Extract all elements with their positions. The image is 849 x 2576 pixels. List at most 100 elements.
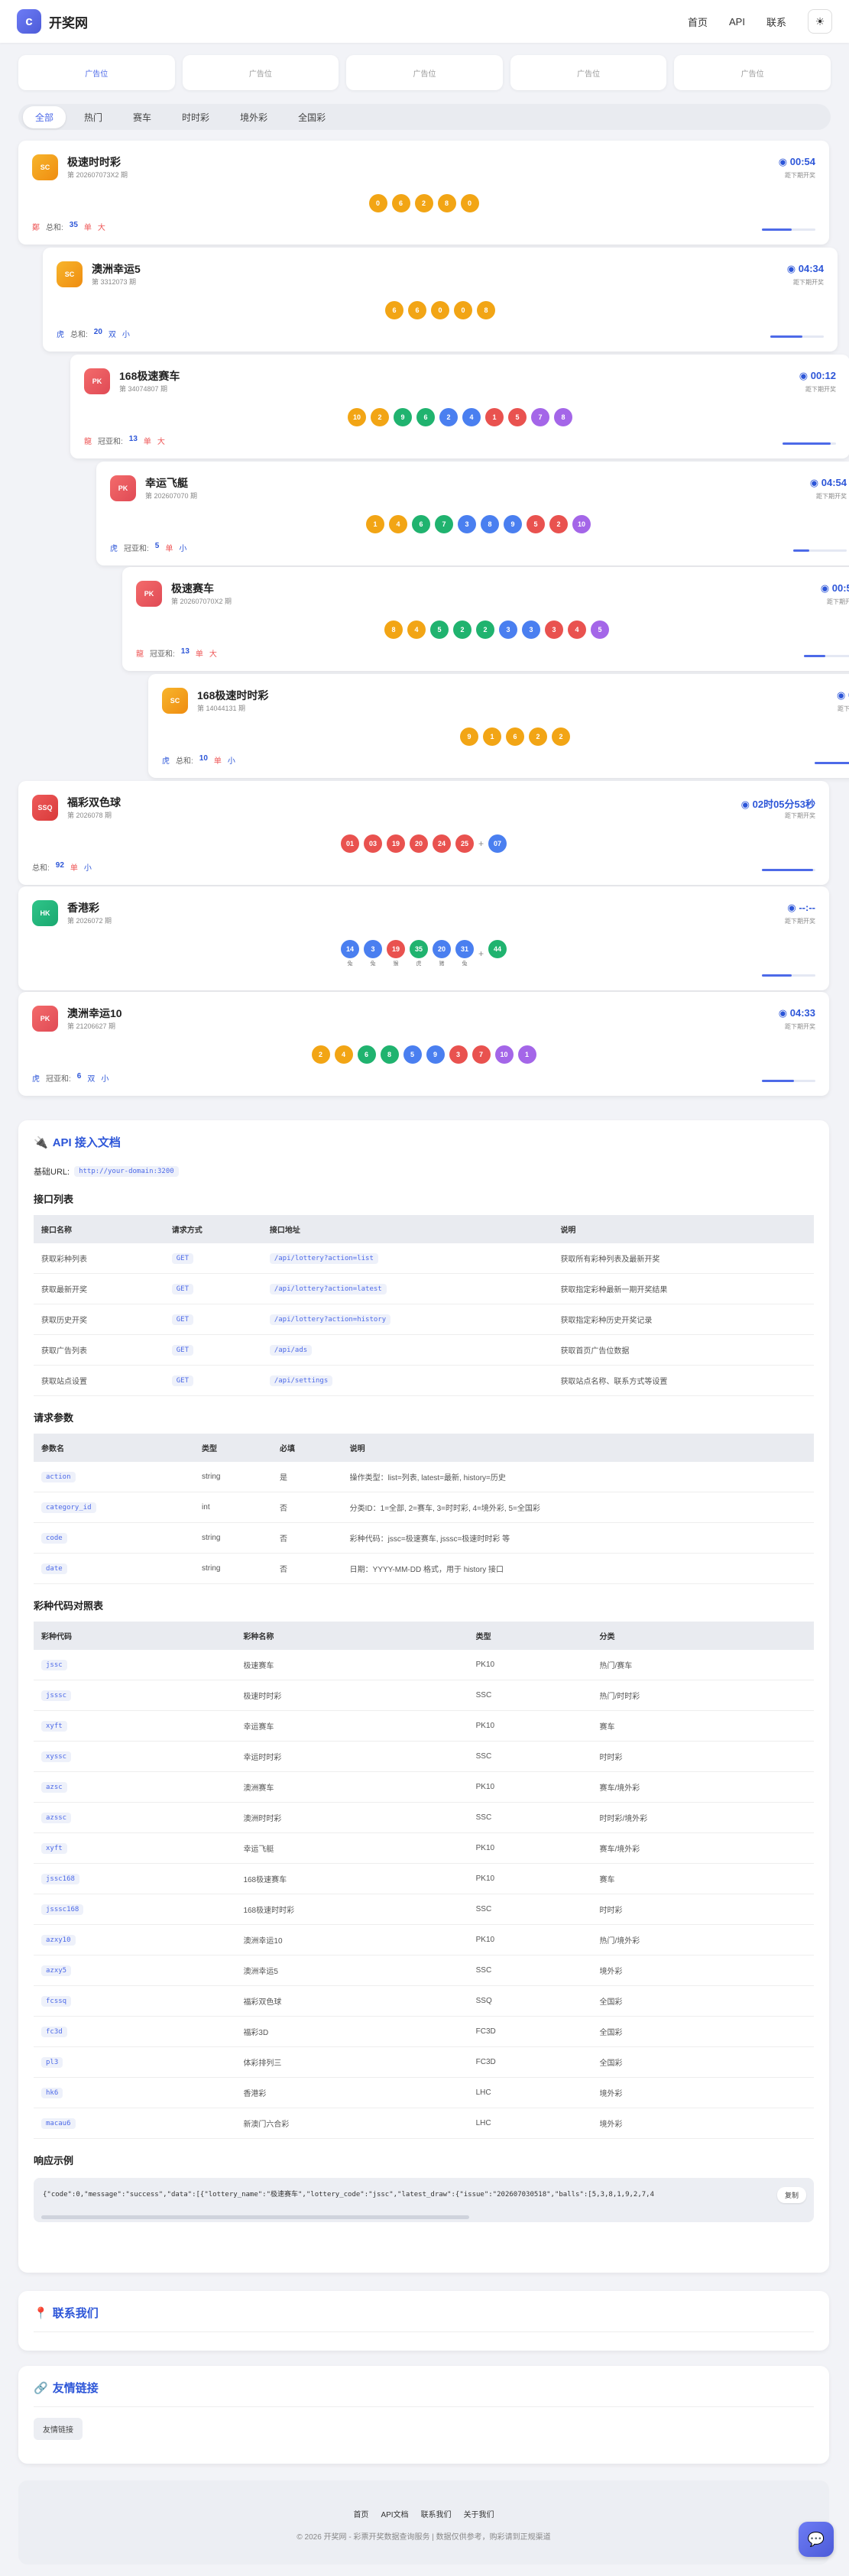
footer-link[interactable]: 联系我们 [421,2508,452,2519]
theme-toggle-button[interactable]: ☀ [808,9,832,34]
lottery-ball: 6 [412,515,430,533]
table-cell: jsssc168 [34,1894,236,1925]
odd-even: 双 [108,331,116,339]
lottery-card[interactable]: SSQ 福彩双色球第 2026078 期 ◉ 02时05分53秒 距下期开奖 01 03 1… [18,781,829,885]
table-row: azxy10 澳洲幸运10 PK10 热门/境外彩 [34,1924,814,1955]
lottery-ball: 2 [453,621,471,639]
ad-slot-2[interactable]: 广告位 [182,55,339,90]
table-cell: SSC [468,1680,592,1711]
lottery-ball: 8 [481,515,499,533]
lottery-ball: 25 [455,834,474,853]
ball-group: 19 猴 [386,940,405,967]
table-row: jssc 极速赛车 PK10 热门/赛车 [34,1650,814,1680]
table-cell: GET [164,1304,262,1335]
table-cell: 否 [271,1553,342,1584]
lottery-card[interactable]: PK 幸运飞艇第 202607070 期 ◉ 04:54 距下期开奖 1 4 6 7 3 8 9 5 2… [96,462,849,565]
category-tabs: 全部 热门 赛车 时时彩 境外彩 全国彩 [18,104,831,130]
tab-3[interactable]: 赛车 [121,106,164,128]
card-footer: 鄭总和: 35 单大 [32,221,105,232]
nav-api[interactable]: API [729,16,745,28]
table-cell: 热门/境外彩 [591,1924,814,1955]
table-cell: 澳洲幸运10 [235,1924,468,1955]
sum-label: 冠亚和: [46,1075,71,1084]
table-cell: SSC [468,1802,592,1833]
lottery-card[interactable]: SC168极速时时彩第 14044131 期◉ 00:5距下期开奖91622虎总… [148,674,849,778]
table-cell: 境外彩 [591,2108,814,2139]
table-cell: azxy5 [34,1955,236,1986]
ad-row: 广告位 广告位 广告位 广告位 广告位 [0,43,849,90]
table-header: 接口名称 请求方式 接口地址 说明 [34,1215,814,1243]
response-example[interactable]: {"code":0,"message":"success","data":[{"… [34,2178,814,2222]
code-value: jsssc168 [41,1904,84,1915]
tab-4[interactable]: 时时彩 [170,106,222,128]
ad-slot-4[interactable]: 广告位 [510,55,667,90]
sum-value: 13 [128,435,138,443]
table-cell: 是 [271,1462,342,1492]
lottery-logo: PK [32,1006,58,1032]
lottery-logo: SSQ [32,795,58,821]
table-cell: GET [164,1365,262,1396]
footer-link[interactable]: 关于我们 [464,2508,494,2519]
table-cell: 赛车/境外彩 [591,1771,814,1803]
big-small: 小 [179,545,187,553]
tab-6[interactable]: 全国彩 [286,106,338,128]
lottery-name: 极速时时彩 [67,156,121,168]
footer-link[interactable]: 首页 [353,2508,368,2519]
friend-link[interactable]: 友情链接 [34,2418,83,2440]
nav-home[interactable]: 首页 [688,15,708,29]
ad-slot-3[interactable]: 广告位 [346,55,503,90]
footer-link[interactable]: API文档 [381,2508,408,2519]
code-value: azxy5 [41,1965,72,1976]
tab-2[interactable]: 热门 [72,106,115,128]
lottery-card[interactable]: SC 澳洲幸运5 第 3312073 期 ◉ 04:34 距下期开奖 6 6 0 0 8 虎总和: 2… [43,248,838,352]
lottery-card[interactable]: HK 香港彩第 2026072 期 ◉ --:-- 距下期开奖 14 兔 3 兔 19 猴 35 虎 2… [18,886,829,990]
table-cell: 境外彩 [591,1955,814,1986]
chat-icon: 💬 [807,2531,825,2547]
lottery-ball: 8 [384,621,403,639]
tab-1[interactable]: 全部 [23,105,66,128]
tab-5[interactable]: 境外彩 [228,106,280,128]
countdown-timer: ◉ 02时05分53秒 [740,799,815,810]
nav-contact[interactable]: 联系 [766,15,786,29]
lottery-name: 福彩双色球 [67,796,121,808]
progress-fill [793,549,809,552]
lottery-card[interactable]: PK 168极速赛车第 34074807 期 ◉ 00:12 距下期开奖 10 2 9 6 2 4… [70,355,849,458]
lottery-card[interactable]: PK极速赛车第 202607070X2 期◉ 00:53距下期开奖8452233… [122,567,849,671]
card-footer: 龍冠亚和: 13 单大 [136,647,217,659]
lottery-issue: 第 2026078 期 [67,812,112,819]
ball-group: 20 猪 [432,940,451,967]
table-cell: 获取广告列表 [34,1334,164,1366]
ad-slot-1[interactable]: 广告位 [18,55,175,90]
code-value: xyft [41,1721,67,1732]
code-value: code [41,1533,67,1544]
chat-button[interactable]: 💬 [799,2522,834,2557]
table-cell: azsc [34,1771,236,1803]
column-header: 分类 [591,1622,814,1650]
big-small: 小 [83,864,92,873]
lottery-card[interactable]: PK 澳洲幸运10 第 21206627 期 ◉ 04:33 距下期开奖 2 4 6 8 5 9 3 7… [18,992,829,1096]
table-cell: 热门/时时彩 [591,1680,814,1711]
sun-icon: ☀ [815,15,825,28]
horizontal-scrollbar[interactable] [41,2215,469,2219]
table-cell: 幸运赛车 [235,1710,468,1742]
table-cell: 香港彩 [235,2077,468,2108]
lottery-ball: 0 [460,194,479,212]
logo[interactable]: c 开奖网 [17,9,88,34]
table-cell: 获取彩种列表 [34,1243,164,1274]
table-row: macau6 新澳门六合彩 LHC 境外彩 [34,2108,814,2139]
copy-button[interactable]: 复制 [776,2187,806,2203]
odd-even: 单 [165,545,173,553]
ad-slot-5[interactable]: 广告位 [674,55,831,90]
table-cell: PK10 [468,1924,592,1955]
lottery-ball: 4 [568,621,586,639]
lottery-card[interactable]: SC 极速时时彩第 202607073X2 期 ◉ 00:54 距下期开奖 0 6 2 8 0 鄭… [18,141,829,245]
sum-label: 冠亚和: [124,545,149,553]
zodiac-label: 兔 [462,961,468,967]
lottery-ball: 9 [460,727,478,746]
countdown-timer: ◉ 00:53 [820,582,849,594]
card-footer: 龍冠亚和: 13 单大 [84,435,165,446]
table-row: xyssc 幸运时时彩 SSC 时时彩 [34,1741,814,1772]
big-small: 小 [227,757,235,766]
codes-title: 彩种代码对照表 [34,1600,104,1612]
table-cell: /api/ads [261,1334,553,1366]
